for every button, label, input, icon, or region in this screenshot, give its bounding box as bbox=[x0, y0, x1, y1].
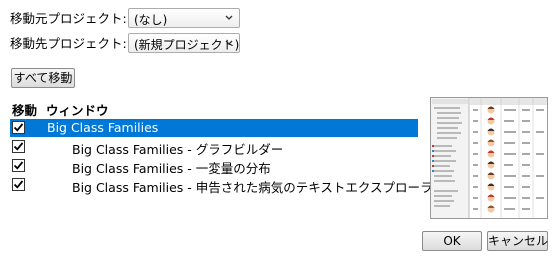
window-name: Big Class Families bbox=[47, 120, 159, 135]
move-checkbox[interactable] bbox=[12, 159, 25, 172]
window-row[interactable]: Big Class Families bbox=[10, 119, 418, 137]
dest-project-label: 移動先プロジェクト: bbox=[10, 36, 127, 51]
ok-button[interactable]: OK bbox=[422, 231, 482, 251]
checkmark-icon bbox=[13, 142, 24, 151]
source-project-value: (なし) bbox=[134, 13, 168, 27]
window-row[interactable]: Big Class Families - 一変量の分布 bbox=[10, 157, 418, 176]
move-checkbox[interactable] bbox=[12, 178, 25, 191]
checkmark-icon bbox=[13, 123, 24, 132]
data-table-preview-image bbox=[431, 98, 547, 218]
move-column-header: 移動 bbox=[12, 103, 38, 118]
window-column-header: ウィンドウ bbox=[46, 103, 109, 118]
move-checkbox[interactable] bbox=[12, 121, 25, 134]
move-all-button[interactable]: すべて移動 bbox=[11, 68, 75, 88]
source-project-select[interactable]: (なし) bbox=[128, 8, 240, 28]
window-name: Big Class Families - 申告された病気のテキストエクスプローラ bbox=[72, 180, 433, 195]
chevron-down-icon bbox=[225, 40, 233, 45]
checkmark-icon bbox=[13, 161, 24, 170]
window-name: Big Class Families - グラフビルダー bbox=[72, 142, 284, 157]
checkmark-icon bbox=[13, 180, 24, 189]
source-project-label: 移動元プロジェクト: bbox=[10, 11, 127, 26]
move-checkbox[interactable] bbox=[12, 140, 25, 153]
window-name: Big Class Families - 一変量の分布 bbox=[72, 161, 271, 176]
chevron-down-icon bbox=[225, 15, 233, 20]
window-row[interactable]: Big Class Families - グラフビルダー bbox=[10, 138, 418, 157]
cancel-button[interactable]: キャンセル bbox=[487, 231, 548, 251]
window-row[interactable]: Big Class Families - 申告された病気のテキストエクスプローラ bbox=[10, 176, 433, 195]
dest-project-select[interactable]: (新規プロジェクト) bbox=[128, 33, 240, 53]
window-preview-thumbnail bbox=[430, 97, 548, 219]
